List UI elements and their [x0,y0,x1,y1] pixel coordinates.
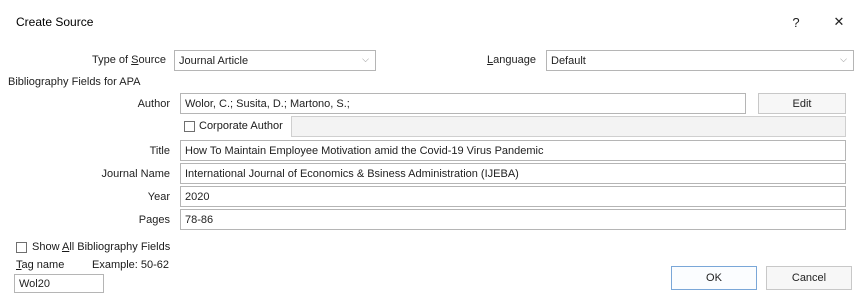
cancel-button[interactable]: Cancel [766,266,852,290]
tag-example-text: Example: 50-62 [92,259,170,271]
year-label: Year [147,191,170,203]
close-icon: ✕ [833,14,845,29]
author-input[interactable]: Wolor, C.; Susita, D.; Martono, S.; [180,93,746,114]
language-select[interactable]: Default ⌵ [546,50,854,71]
author-label: Author [137,98,170,110]
pages-label: Pages [138,214,170,226]
chevron-down-icon: ⌵ [840,54,847,64]
corporate-author-label: Corporate Author [199,120,283,132]
dialog-title: Create Source [16,15,94,29]
type-of-source-label: Type of Source [91,54,166,66]
corporate-author-checkbox[interactable] [184,121,195,132]
chevron-down-icon: ⌵ [362,54,369,64]
title-input[interactable]: How To Maintain Employee Motivation amid… [180,140,846,161]
close-button[interactable]: ✕ [826,10,852,34]
year-input[interactable]: 2020 [180,186,846,207]
bibliography-section-label: Bibliography Fields for APA [8,76,141,88]
edit-button[interactable]: Edit [758,93,846,114]
tag-name-label: Tag name [16,259,65,271]
pages-input[interactable]: 78-86 [180,209,846,230]
language-label: Language [487,54,536,66]
ok-button[interactable]: OK [671,266,757,290]
journal-name-label: Journal Name [101,168,170,180]
corporate-author-input[interactable] [291,116,846,137]
title-label: Title [149,145,170,157]
journal-name-input[interactable]: International Journal of Economics & Bsi… [180,163,846,184]
help-button[interactable]: ? [783,10,809,34]
type-of-source-select[interactable]: Journal Article ⌵ [174,50,376,71]
show-all-fields-label: Show All Bibliography Fields [32,241,171,253]
tag-name-input[interactable]: Wol20 [14,274,104,293]
show-all-fields-checkbox[interactable] [16,242,27,253]
